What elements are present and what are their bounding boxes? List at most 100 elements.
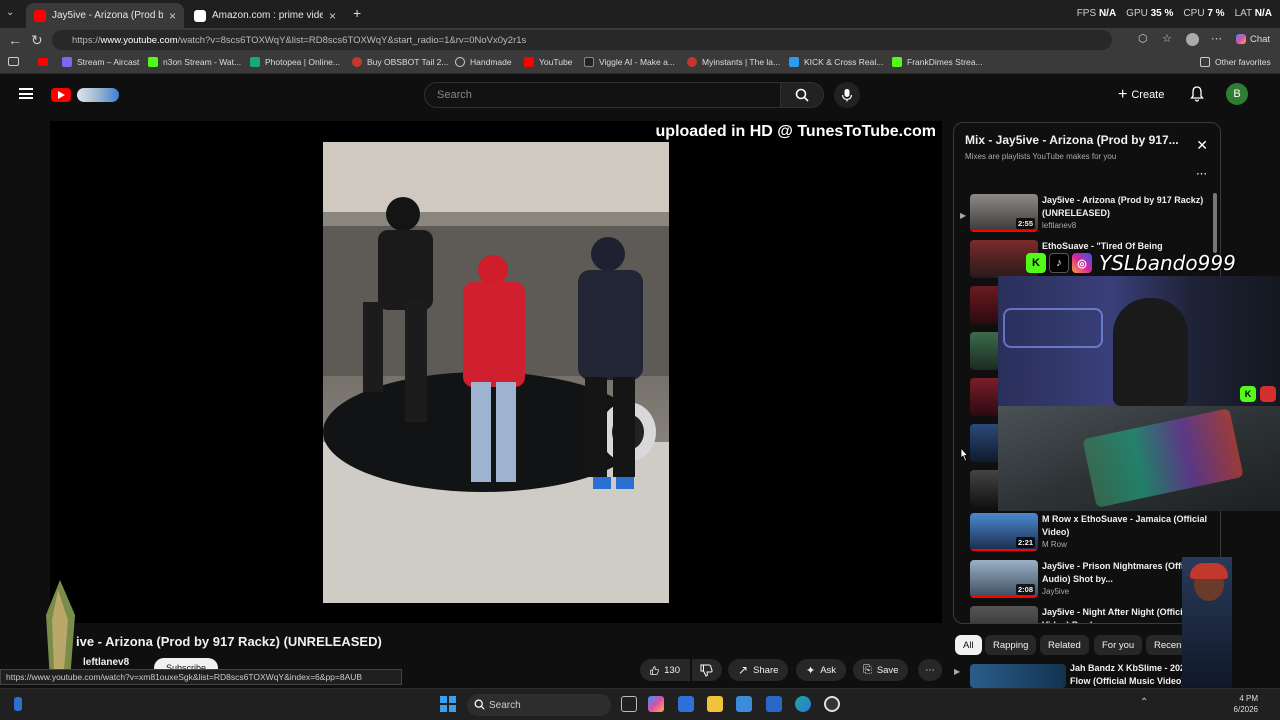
channel-name[interactable]: leftlanev8 [83,657,129,668]
playlist-item[interactable]: 2:21 M Row x EthoSuave - Jamaica (Offici… [970,513,1210,555]
close-icon[interactable]: ✕ [1196,137,1208,154]
copilot-icon[interactable] [648,696,664,712]
weather-widget-icon[interactable] [14,697,22,711]
youtube-logo[interactable] [51,86,120,104]
alert-badge-icon [1260,386,1276,402]
now-playing-icon: ▶ [960,211,967,220]
photos-icon[interactable] [736,696,752,712]
bookmark-item[interactable]: Buy OBSBOT Tail 2... [352,57,448,67]
streamer-webcam-overlay: K ♪ ◎ YSLbando999 K [998,248,1280,511]
instagram-icon: ◎ [1072,253,1092,273]
chip-recent[interactable]: Recen [1146,635,1186,655]
taskbar-search[interactable]: Search [467,694,611,716]
chip-related[interactable]: Related [1040,635,1089,655]
watch-progress-bar [970,549,1038,551]
chip-rapping[interactable]: Rapping [985,635,1037,655]
bookmark-item[interactable]: YouTube [524,57,572,67]
start-button[interactable] [440,696,456,712]
related-video-thumbnail [970,664,1066,688]
account-avatar[interactable]: B [1226,83,1248,105]
bookmark-item[interactable]: Viggle AI - Make a... [584,57,675,67]
bookmark-item[interactable]: Stream – Aircast [62,57,139,67]
search-button[interactable] [780,82,824,108]
folder-icon [1200,57,1210,67]
chip-for-you[interactable]: For you [1094,635,1143,655]
voice-search-button[interactable] [834,82,860,108]
tab-list-button[interactable]: ⌄ [6,7,14,18]
chat-button[interactable]: Chat [1236,34,1270,45]
create-button[interactable]: + Create [1118,83,1164,107]
reload-icon[interactable]: ↻ [31,32,43,49]
playlist-item[interactable]: Jay5ive - Night After Night (Official Vi… [970,606,1210,623]
url-path: /watch?v=8scs6TOXWqY&list=RD8scs6TOXWqY&… [177,34,527,46]
tray-chevron-icon[interactable]: ⌃ [1140,697,1148,708]
bookmark-item[interactable]: Myinstants | The la... [687,57,780,67]
tab-title: Amazon.com : prime video [212,10,323,21]
bookmark-item[interactable]: n3on Stream - Wat... [148,57,241,67]
playlist-subtitle: Mixes are playlists YouTube makes for yo… [965,152,1117,161]
close-tab-icon[interactable]: × [169,9,176,23]
share-button[interactable]: ↗ Share [728,659,789,681]
url-field[interactable]: https://www.youtube.com/watch?v=8scs6TOX… [52,30,1112,50]
extensions-icon[interactable]: ⬡ [1138,32,1148,45]
more-actions-button[interactable]: ⋯ [918,659,942,681]
playlist-item-channel: M Row [1042,540,1067,549]
obs-icon[interactable] [824,696,840,712]
tab-youtube[interactable]: Jay5ive - Arizona (Prod by 917 × [26,3,184,28]
watch-progress-bar [970,596,1038,598]
tab-amazon[interactable]: Amazon.com : prime video × [186,3,344,28]
bookmark-item[interactable]: Photopea | Online... [250,57,340,67]
url-host: www.youtube.com [100,34,178,46]
store-icon[interactable] [678,696,694,712]
video-frame-image [323,142,669,603]
playlist-item-channel: leftlanev8 [1042,221,1077,230]
taskbar-clock[interactable]: 4 PM 6/2026 [1234,693,1258,715]
more-vertical-icon[interactable]: ⋯ [1196,167,1208,180]
bookmark-item[interactable]: FrankDimes Strea... [892,57,983,67]
bookmark-label: Photopea | Online... [265,57,340,67]
tiktok-icon: ♪ [1049,253,1069,273]
bookmark-label: Myinstants | The la... [702,57,781,67]
thumbs-down-icon [700,664,713,677]
bookmark-item[interactable]: Handmade [455,57,512,67]
playlist-title[interactable]: Mix - Jay5ive - Arizona (Prod by 917... [965,133,1179,147]
kick-icon [148,57,158,67]
back-icon[interactable]: ← [8,32,22,48]
chip-all[interactable]: All [955,635,982,655]
dislike-button[interactable] [692,659,722,681]
windows-logo-icon [440,696,447,703]
save-label: Save [876,664,899,676]
file-explorer-icon[interactable] [707,696,723,712]
webcam-neon-sign [1003,308,1103,348]
profile-icon[interactable] [1186,33,1199,46]
performance-overlay: FPS N/A GPU 35 % CPU 7 % LAT N/A [1077,8,1272,19]
aircast-icon [62,57,72,67]
viggle-icon [584,57,594,67]
task-view-icon[interactable] [621,696,637,712]
close-tab-icon[interactable]: × [329,9,336,23]
notifications-button[interactable] [1190,86,1204,107]
obsbot-icon [352,57,362,67]
playlist-thumbnail: 2:08 [970,560,1038,598]
favorites-icon[interactable]: ☆ [1162,32,1172,45]
playlist-item[interactable]: 2:08 Jay5ive - Prison Nightmares (Offici… [970,560,1210,602]
playlist-item[interactable]: 2:55 Jay5ive - Arizona (Prod by 917 Rack… [970,194,1210,236]
related-video-item[interactable]: ▶ Jah Bandz X KbSlime - 202 Flow (Offici… [954,662,1194,688]
bookmark-label: YouTube [539,57,573,67]
new-tab-button[interactable]: + [353,5,361,21]
youtube-bookmark-icon[interactable] [38,58,48,66]
video-player[interactable]: uploaded in HD @ TunesToTube.com [50,121,942,623]
like-button[interactable]: 130 [640,659,690,681]
search-input[interactable]: Search [424,82,781,108]
mail-icon[interactable] [766,696,782,712]
bookmarks-toggle-icon[interactable] [8,57,19,66]
bookmark-item[interactable]: KICK & Cross Real... [789,57,883,67]
menu-icon[interactable] [19,88,33,99]
more-menu-icon[interactable]: ⋯ [1211,32,1222,45]
playlist-scrollbar[interactable] [1213,193,1217,253]
edge-icon[interactable] [795,696,811,712]
ask-button[interactable]: ✦ Ask [796,659,847,681]
save-button[interactable]: ⎘ Save [853,659,909,681]
other-favorites[interactable]: Other favorites [1200,57,1271,67]
bookmark-label: KICK & Cross Real... [804,57,884,67]
